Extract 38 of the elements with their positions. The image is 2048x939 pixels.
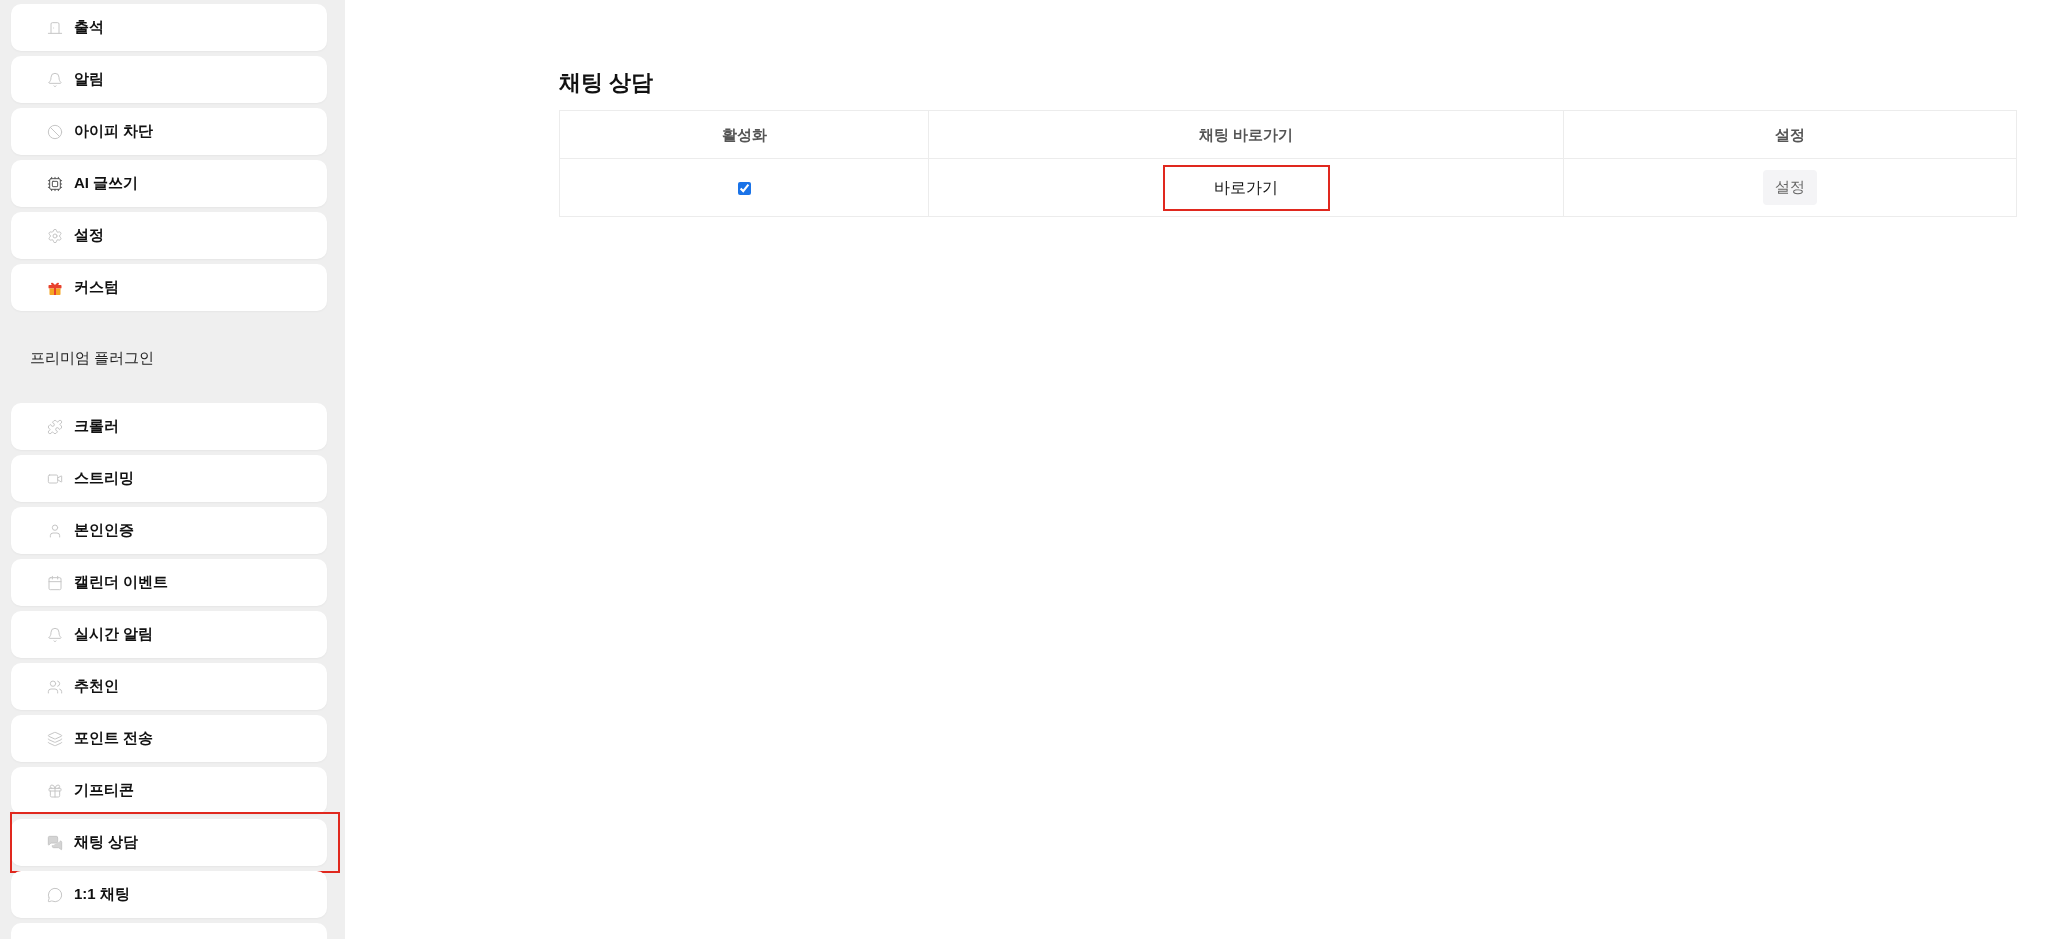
chat-bubble-icon <box>47 886 63 903</box>
sidebar-item[interactable]: 1:1 채팅 <box>11 871 327 918</box>
user-icon <box>47 522 63 539</box>
puzzle-icon <box>47 418 63 435</box>
calendar-icon <box>47 574 63 591</box>
gift-icon <box>47 782 63 799</box>
bell-icon <box>47 71 63 88</box>
users-icon <box>47 678 63 695</box>
chat-bubbles-icon <box>47 834 63 851</box>
sidebar-item[interactable]: 설정 <box>11 212 327 259</box>
bell-icon <box>47 626 63 643</box>
sidebar-item[interactable]: 알림 <box>11 56 327 103</box>
sidebar-item[interactable]: AI 글쓰기 <box>11 160 327 207</box>
sidebar-item[interactable]: 실시간 알림 <box>11 611 327 658</box>
settings-button[interactable]: 설정 <box>1763 170 1817 205</box>
checkbox[interactable] <box>737 181 751 195</box>
section-heading: 프리미엄 플러그인 <box>30 348 156 368</box>
sidebar-item[interactable]: 추천인 <box>11 663 327 710</box>
sidebar-item[interactable]: 본인인증 <box>11 507 327 554</box>
shortcut-link[interactable]: 바로가기 <box>1214 175 1278 200</box>
layers-icon <box>47 730 63 747</box>
sidebar-item[interactable]: 아이피 차단 <box>11 108 327 155</box>
sidebar-item[interactable]: 기프티콘 <box>11 767 327 814</box>
sidebar-item[interactable]: 채팅 상담 <box>11 819 327 866</box>
door-icon <box>47 19 63 36</box>
column-header: 채팅 바로가기 <box>1198 125 1294 143</box>
sidebar-item[interactable]: 커스텀 <box>11 264 327 311</box>
sidebar-item[interactable]: 스트리밍 <box>11 455 327 502</box>
sidebar-item[interactable]: 포인트 전송 <box>11 715 327 762</box>
page-title: 채팅 상담 <box>559 69 654 97</box>
column-header: 활성화 <box>721 125 767 143</box>
sidebar-item[interactable]: 캘린더 이벤트 <box>11 559 327 606</box>
sidebar-item[interactable]: 출석 <box>11 4 327 51</box>
sidebar-item[interactable]: 크롤러 <box>11 403 327 450</box>
settings-icon <box>47 227 63 244</box>
ban-icon <box>47 123 63 140</box>
column-header: 설정 <box>1775 125 1805 143</box>
chip-icon <box>47 175 63 192</box>
